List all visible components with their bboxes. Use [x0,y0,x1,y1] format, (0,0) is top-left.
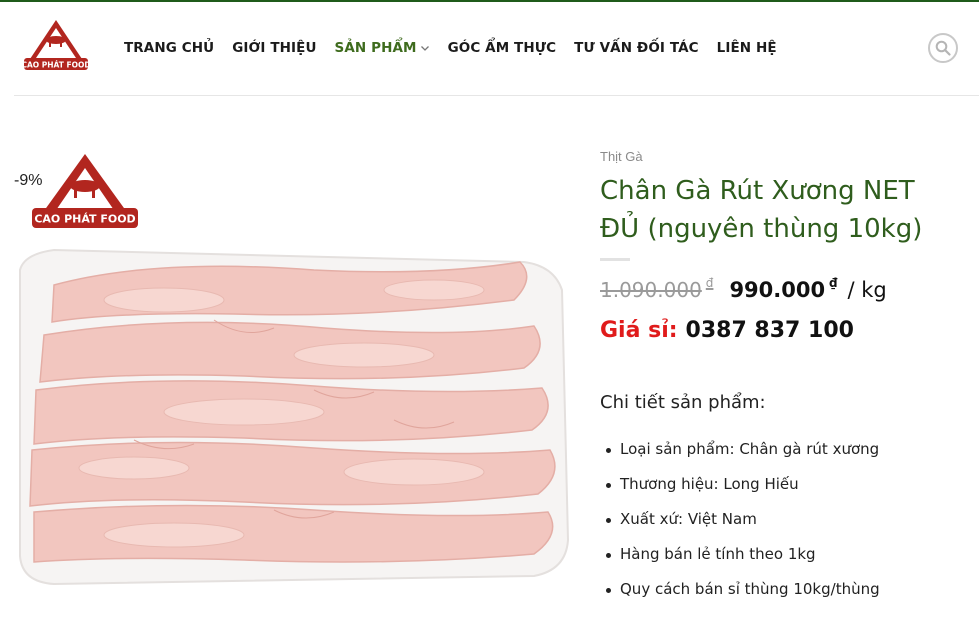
currency-symbol: ₫ [705,276,714,290]
list-item: Loại sản phẩm: Chân gà rút xương [606,440,880,475]
nav-item-gioi-thieu[interactable]: GIỚI THIỆU [232,40,316,56]
site-header: CAO PHÁT FOOD TRANG CHỦ GIỚI THIỆU SẢN P… [0,2,979,96]
price-row: 1.090.000 ₫ 990.000 ₫ / kg [600,276,887,302]
list-item: Xuất xứ: Việt Nam [606,510,880,545]
price-unit: / kg [847,278,887,302]
nav-label: TRANG CHỦ [124,40,215,56]
brand-logo[interactable]: CAO PHÁT FOOD [20,18,92,74]
current-price-value: 990.000 [729,278,826,302]
details-heading: Chi tiết sản phẩm: [600,392,766,413]
old-price: 1.090.000 ₫ [600,276,714,302]
watermark-logo-text: CAO PHÁT FOOD [34,213,135,226]
currency-symbol: ₫ [829,276,838,290]
title-divider [600,258,630,261]
current-price: 990.000 ₫ [729,276,838,302]
nav-item-tu-van-doi-tac[interactable]: TƯ VẤN ĐỐI TÁC [574,40,699,56]
product-category-link[interactable]: Thịt Gà [600,149,643,164]
nav-item-san-pham[interactable]: SẢN PHẨM [335,40,430,56]
nav-label: TƯ VẤN ĐỐI TÁC [574,40,699,56]
list-item: Thương hiệu: Long Hiếu [606,475,880,510]
list-item: Hàng bán lẻ tính theo 1kg [606,545,880,580]
search-icon [935,40,951,56]
product-title: Chân Gà Rút Xương NET ĐỦ (nguyên thùng 1… [600,176,923,244]
wholesale-price: Giá sỉ: 0387 837 100 [600,318,854,343]
nav-label: SẢN PHẨM [334,40,417,56]
nav-label: LIÊN HỆ [716,40,777,56]
wholesale-label: Giá sỉ: [600,318,678,343]
search-button[interactable] [928,33,958,63]
list-item: Quy cách bán sỉ thùng 10kg/thùng [606,580,880,615]
logo-text: CAO PHÁT FOOD [21,61,90,70]
sale-badge: -9% [14,172,43,189]
main-nav: TRANG CHỦ GIỚI THIỆU SẢN PHẨM GÓC ẨM THỰ… [124,40,795,56]
chevron-down-icon [420,46,429,51]
old-price-value: 1.090.000 [600,278,702,302]
nav-item-lien-he[interactable]: LIÊN HỆ [717,40,777,56]
nav-label: GIỚI THIỆU [232,40,317,56]
header-divider [14,95,979,96]
nav-item-goc-am-thuc[interactable]: GÓC ẨM THỰC [448,40,557,56]
details-list: Loại sản phẩm: Chân gà rút xương Thương … [606,440,880,615]
wholesale-phone[interactable]: 0387 837 100 [686,318,854,343]
nav-label: GÓC ẨM THỰC [447,40,557,56]
watermark-logo: CAO PHÁT FOOD [32,154,138,228]
nav-item-trang-chu[interactable]: TRANG CHỦ [124,40,214,56]
